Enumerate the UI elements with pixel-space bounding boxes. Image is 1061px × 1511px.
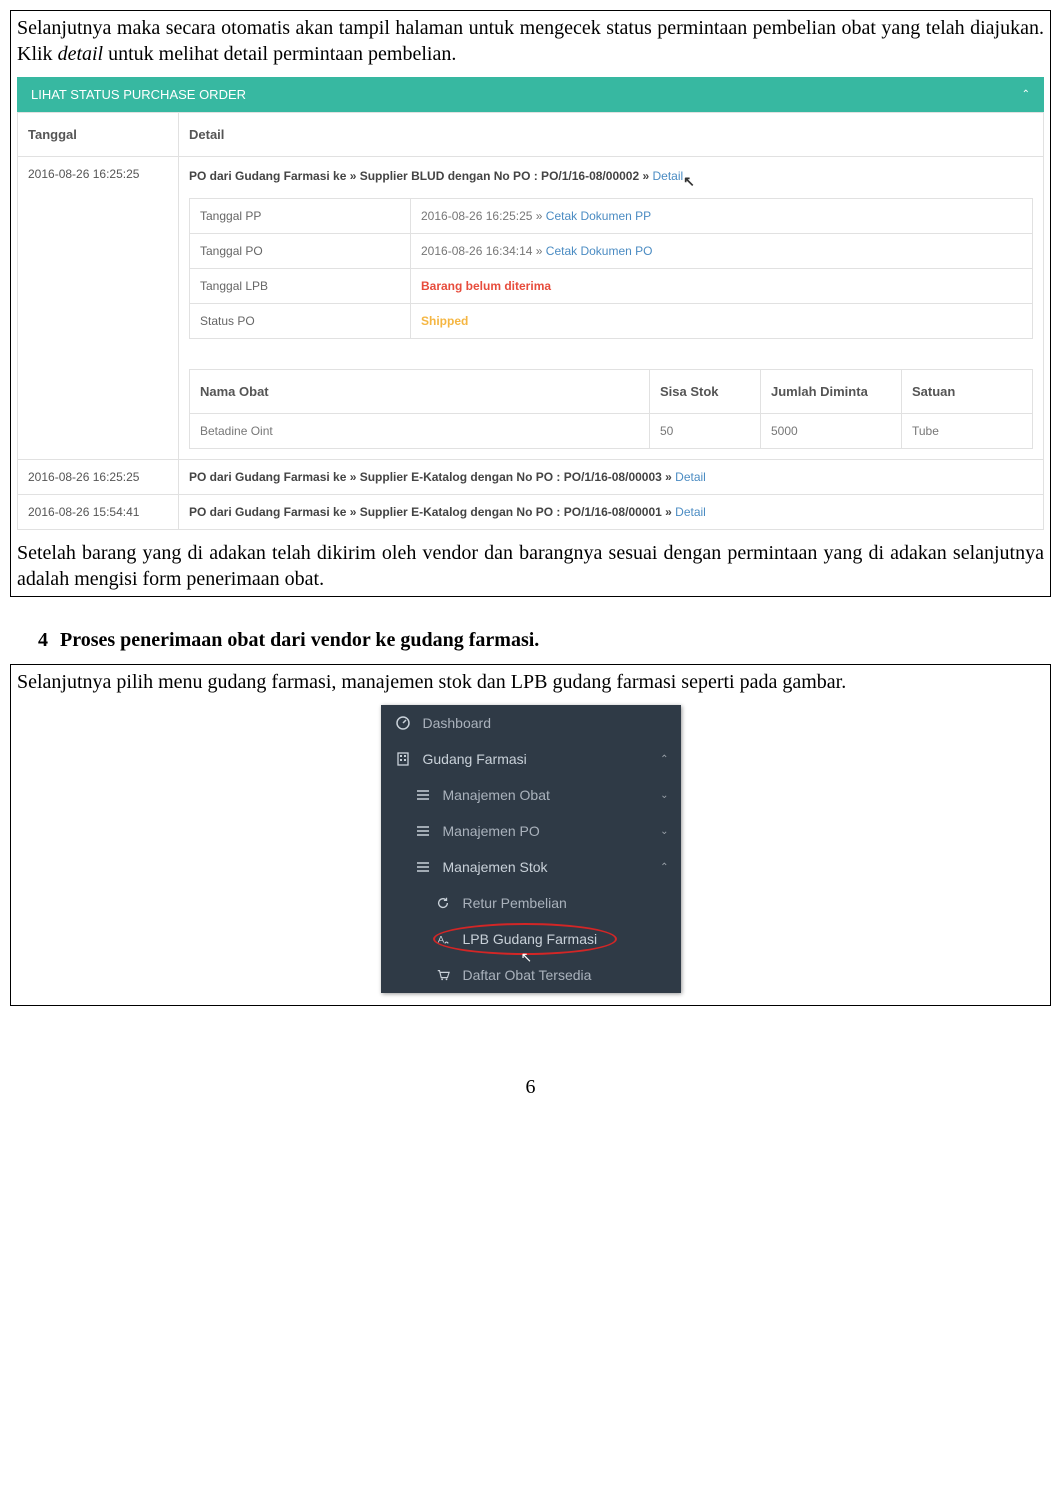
menu-retur[interactable]: Retur Pembelian — [381, 885, 681, 921]
cart-icon — [435, 967, 451, 983]
po-title: PO dari Gudang Farmasi ke » Supplier E-K… — [189, 505, 1033, 519]
drug-col-name: Nama Obat — [190, 370, 650, 414]
menu-daftar-label: Daftar Obat Tersedia — [463, 967, 592, 983]
dashboard-icon — [395, 715, 411, 731]
menu-dashboard-label: Dashboard — [423, 715, 492, 731]
menu-gudang-label: Gudang Farmasi — [423, 751, 527, 767]
menu-po-label: Manajemen PO — [443, 823, 540, 839]
cursor-icon: ↖ — [683, 173, 695, 189]
status-shipped: Shipped — [421, 314, 468, 328]
intro-text-2: untuk melihat detail permintaan pembelia… — [103, 43, 456, 65]
menu-daftar[interactable]: Daftar Obat Tersedia — [381, 957, 681, 993]
table-row: 2016-08-26 16:25:25 PO dari Gudang Farma… — [18, 460, 1044, 495]
section-heading: 4 Proses penerimaan obat dari vendor ke g… — [38, 629, 1051, 652]
chevron-up-icon: ⌃ — [660, 862, 668, 873]
chevron-up-icon: ⌃ — [660, 754, 668, 765]
po-title-text: PO dari Gudang Farmasi ke » Supplier E-K… — [189, 505, 675, 519]
menu-manajemen-po[interactable]: Manajemen PO ⌄ — [381, 813, 681, 849]
menu-obat-label: Manajemen Obat — [443, 787, 550, 803]
po-title-text: PO dari Gudang Farmasi ke » Supplier E-K… — [189, 470, 675, 484]
drug-col-stock: Sisa Stok — [650, 370, 761, 414]
label-tanggal-po: Tanggal PO — [190, 234, 411, 269]
menu-manajemen-stok[interactable]: Manajemen Stok ⌃ — [381, 849, 681, 885]
row-detail-cell: PO dari Gudang Farmasi ke » Supplier E-K… — [179, 460, 1044, 495]
value-tanggal-pp: 2016-08-26 16:25:25 » Cetak Dokumen PP — [411, 199, 1033, 234]
chevron-down-icon: ⌄ — [660, 790, 668, 801]
panel-header[interactable]: LIHAT STATUS PURCHASE ORDER ⌃ — [17, 77, 1044, 112]
building-icon — [395, 751, 411, 767]
menu-manajemen-obat[interactable]: Manajemen Obat ⌄ — [381, 777, 681, 813]
section-number: 4 — [38, 629, 48, 651]
table-row: 2016-08-26 15:54:41 PO dari Gudang Farma… — [18, 495, 1044, 530]
value-tanggal-po: 2016-08-26 16:34:14 » Cetak Dokumen PO — [411, 234, 1033, 269]
table-row: 2016-08-26 16:25:25 PO dari Gudang Farma… — [18, 157, 1044, 460]
sidebar-menu: Dashboard Gudang Farmasi ⌃ Manajemen Oba… — [381, 705, 681, 993]
drug-row: Betadine Oint 50 5000 Tube — [190, 414, 1033, 449]
label-tanggal-lpb: Tanggal LPB — [190, 269, 411, 304]
menu-retur-label: Retur Pembelian — [463, 895, 567, 911]
menu-gudang[interactable]: Gudang Farmasi ⌃ — [381, 741, 681, 777]
value-status-po: Shipped — [411, 304, 1033, 339]
detail-link[interactable]: Detail — [652, 169, 683, 183]
label-tanggal-pp: Tanggal PP — [190, 199, 411, 234]
po-inner-table: Tanggal PP 2016-08-26 16:25:25 » Cetak D… — [189, 198, 1033, 339]
refresh-icon — [435, 895, 451, 911]
row-date: 2016-08-26 16:25:25 — [18, 460, 179, 495]
status-table: Tanggal Detail 2016-08-26 16:25:25 PO da… — [17, 112, 1044, 530]
panel-body: Tanggal Detail 2016-08-26 16:25:25 PO da… — [17, 112, 1044, 530]
drug-col-qty: Jumlah Diminta — [761, 370, 902, 414]
font-icon: A — [435, 931, 451, 947]
list-icon — [415, 787, 431, 803]
label-status-po: Status PO — [190, 304, 411, 339]
list-icon — [415, 859, 431, 875]
drug-name: Betadine Oint — [190, 414, 650, 449]
instruction-block-2: Selanjutnya pilih menu gudang farmasi, m… — [10, 664, 1051, 1006]
after-panel-paragraph: Setelah barang yang di adakan telah diki… — [17, 540, 1044, 592]
row-date: 2016-08-26 16:25:25 — [18, 157, 179, 460]
menu-lpb-label: LPB Gudang Farmasi — [463, 931, 598, 947]
cetak-po-link[interactable]: Cetak Dokumen PO — [546, 244, 653, 258]
intro-paragraph: Selanjutnya maka secara otomatis akan ta… — [17, 15, 1044, 67]
row-detail-cell: PO dari Gudang Farmasi ke » Supplier E-K… — [179, 495, 1044, 530]
page-number: 6 — [10, 1076, 1051, 1099]
second-block-text: Selanjutnya pilih menu gudang farmasi, m… — [17, 669, 1044, 695]
col-detail: Detail — [179, 113, 1044, 157]
col-date: Tanggal — [18, 113, 179, 157]
chevron-down-icon: ⌄ — [660, 826, 668, 837]
cetak-pp-link[interactable]: Cetak Dokumen PP — [546, 209, 651, 223]
sidebar-screenshot: Dashboard Gudang Farmasi ⌃ Manajemen Oba… — [11, 699, 1050, 1005]
value-tanggal-lpb: Barang belum diterima — [411, 269, 1033, 304]
menu-dashboard[interactable]: Dashboard — [381, 705, 681, 741]
po-title-text: PO dari Gudang Farmasi ke » Supplier BLU… — [189, 169, 652, 183]
intro-detail-word: detail — [58, 43, 104, 65]
drug-unit: Tube — [902, 414, 1033, 449]
status-po-panel: LIHAT STATUS PURCHASE ORDER ⌃ Tanggal De… — [11, 71, 1050, 536]
menu-lpb[interactable]: A LPB Gudang Farmasi ↖ — [381, 921, 681, 957]
list-icon — [415, 823, 431, 839]
detail-link[interactable]: Detail — [675, 470, 706, 484]
section-title: Proses penerimaan obat dari vendor ke gu… — [60, 629, 539, 651]
drug-stock: 50 — [650, 414, 761, 449]
row-detail-cell: PO dari Gudang Farmasi ke » Supplier BLU… — [179, 157, 1044, 460]
panel-title: LIHAT STATUS PURCHASE ORDER — [31, 87, 246, 102]
instruction-block-1: Selanjutnya maka secara otomatis akan ta… — [10, 10, 1051, 597]
svg-text:A: A — [437, 935, 444, 946]
po-title: PO dari Gudang Farmasi ke » Supplier E-K… — [189, 470, 1033, 484]
drug-qty: 5000 — [761, 414, 902, 449]
row-date: 2016-08-26 15:54:41 — [18, 495, 179, 530]
tanggal-pp-value: 2016-08-26 16:25:25 » — [421, 209, 546, 223]
drug-col-unit: Satuan — [902, 370, 1033, 414]
not-received-text: Barang belum diterima — [421, 279, 551, 293]
menu-stok-label: Manajemen Stok — [443, 859, 548, 875]
po-title: PO dari Gudang Farmasi ke » Supplier BLU… — [189, 167, 1033, 184]
detail-link[interactable]: Detail — [675, 505, 706, 519]
chevron-up-icon[interactable]: ⌃ — [1022, 89, 1030, 100]
drug-table: Nama Obat Sisa Stok Jumlah Diminta Satua… — [189, 369, 1033, 449]
tanggal-po-value: 2016-08-26 16:34:14 » — [421, 244, 546, 258]
